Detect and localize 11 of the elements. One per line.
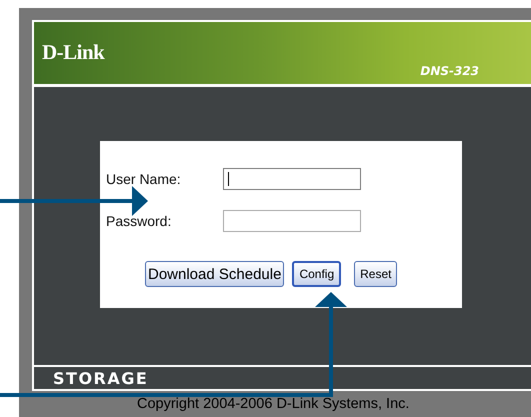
config-button[interactable]: Config (292, 261, 342, 287)
logo: D-Link (42, 40, 104, 65)
copyright-text: Copyright 2004-2006 D-Link Systems, Inc. (137, 397, 410, 411)
brand-text: STORAGE (53, 368, 148, 388)
reset-button[interactable]: Reset (354, 261, 398, 287)
input-field[interactable] (223, 210, 361, 232)
field-label: Password: (106, 213, 172, 229)
field-label: User Name: (106, 171, 182, 187)
download-button[interactable]: Download Schedule (145, 261, 284, 287)
input-field[interactable] (223, 168, 361, 190)
model-name: DNS-323 (420, 64, 480, 78)
